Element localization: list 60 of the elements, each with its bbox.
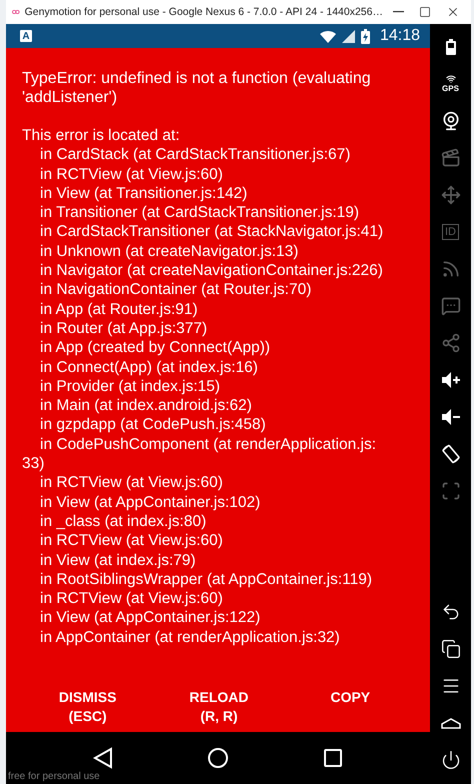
stack-frame: in App (created by Connect(App)) xyxy=(22,338,416,358)
stack-frame: in App (at Router.js:91) xyxy=(22,300,416,319)
stack-frame: in RCTView (at View.js:60) xyxy=(22,473,416,493)
logo-icon xyxy=(12,8,20,16)
error-location-heading: This error is located at: xyxy=(22,126,181,146)
stack-frame: in CardStack (at CardStackTransitioner.js:67) xyxy=(22,145,416,165)
stack-frame: in NavigationContainer (at Router.js:70) xyxy=(22,280,416,300)
stack-frame: in Main (at index.android.js:62) xyxy=(22,396,416,416)
signal-icon xyxy=(342,30,355,42)
stack-frame: in RootSiblingsWrapper (at AppContainer.js:119) xyxy=(22,570,416,590)
stack-frame: in RCTView (at View.js:60) xyxy=(22,531,416,551)
stack-frame: in AppContainer (at renderApplication.js:32) xyxy=(22,628,416,648)
close-icon xyxy=(446,5,460,19)
dpad-icon xyxy=(440,184,460,204)
home-icon xyxy=(440,716,460,728)
stack-frame: in Unknown (at createNavigator.js:13) xyxy=(22,242,416,262)
volume-down-icon xyxy=(440,408,460,426)
stack-frame: in _class (at index.js:80) xyxy=(22,512,416,532)
stack-frame: in View (at Transitioner.js:142) xyxy=(22,184,416,204)
stack-frame: in View (at AppContainer.js:122) xyxy=(22,608,416,628)
stack-frame: in RCTView (at View.js:60) xyxy=(22,164,416,184)
stack-frame: in View (at AppContainer.js:102) xyxy=(22,492,416,512)
wifi-icon xyxy=(320,30,336,42)
action-button[interactable]: DISMISS (ESC) xyxy=(58,688,116,726)
stack-frame: in gzpdapp (at CodePush.js:458) xyxy=(22,415,416,435)
webcam-icon xyxy=(440,110,460,130)
gps-label: GPS xyxy=(442,84,459,93)
chat-icon xyxy=(440,296,460,316)
rotate-icon xyxy=(440,442,462,464)
license-notice: free for personal use xyxy=(8,771,100,782)
clock: 14:18 xyxy=(380,27,420,45)
scan-icon xyxy=(440,480,460,500)
error-message: TypeError: undefined is not a function (evaluating 'addListener') xyxy=(22,69,372,107)
window-title: Genymotion for personal use - Google Nexus 6 - 7.0.0 - API 24 - 1440x256… xyxy=(24,6,383,18)
stack-frame: in Provider (at index.js:15) xyxy=(22,376,416,396)
gps-icon xyxy=(444,74,456,84)
stack-frame: in Router (at App.js:377) xyxy=(22,318,416,338)
stack-frame: in View (at index.js:79) xyxy=(22,550,416,570)
stack-frame: in CardStackTransitioner (at StackNavigator.js:41) xyxy=(22,222,416,242)
clapperboard-icon xyxy=(440,148,460,168)
notification-icon: A xyxy=(20,30,32,42)
maximize-icon xyxy=(419,6,431,18)
stack-frame: in Navigator (at createNavigationContainer.js:226) xyxy=(22,261,416,280)
battery-icon xyxy=(446,38,456,54)
toolbar-button[interactable]: GPS xyxy=(432,65,469,102)
id-label: ID xyxy=(442,224,459,240)
rss-icon xyxy=(440,258,460,278)
share-icon xyxy=(440,332,460,352)
stack-frame: in Transitioner (at CardStackTransitioner.js:19) xyxy=(22,203,416,222)
stack-frame: in RCTView (at View.js:60) xyxy=(22,589,416,608)
action-button[interactable]: COPY xyxy=(330,688,370,726)
stack-frame: in Connect(App) (at index.js:16) xyxy=(22,358,416,377)
minimize-icon xyxy=(393,11,404,13)
power-icon xyxy=(440,750,460,770)
stack-frame: in CodePushComponent (at renderApplication.js: xyxy=(22,434,416,454)
action-button[interactable]: RELOAD (R, R) xyxy=(189,688,249,726)
recents-icon xyxy=(440,638,460,658)
battery-charging-icon xyxy=(360,28,370,44)
volume-up-icon xyxy=(440,370,460,388)
stack-frame-continuation: 33) xyxy=(22,454,46,474)
